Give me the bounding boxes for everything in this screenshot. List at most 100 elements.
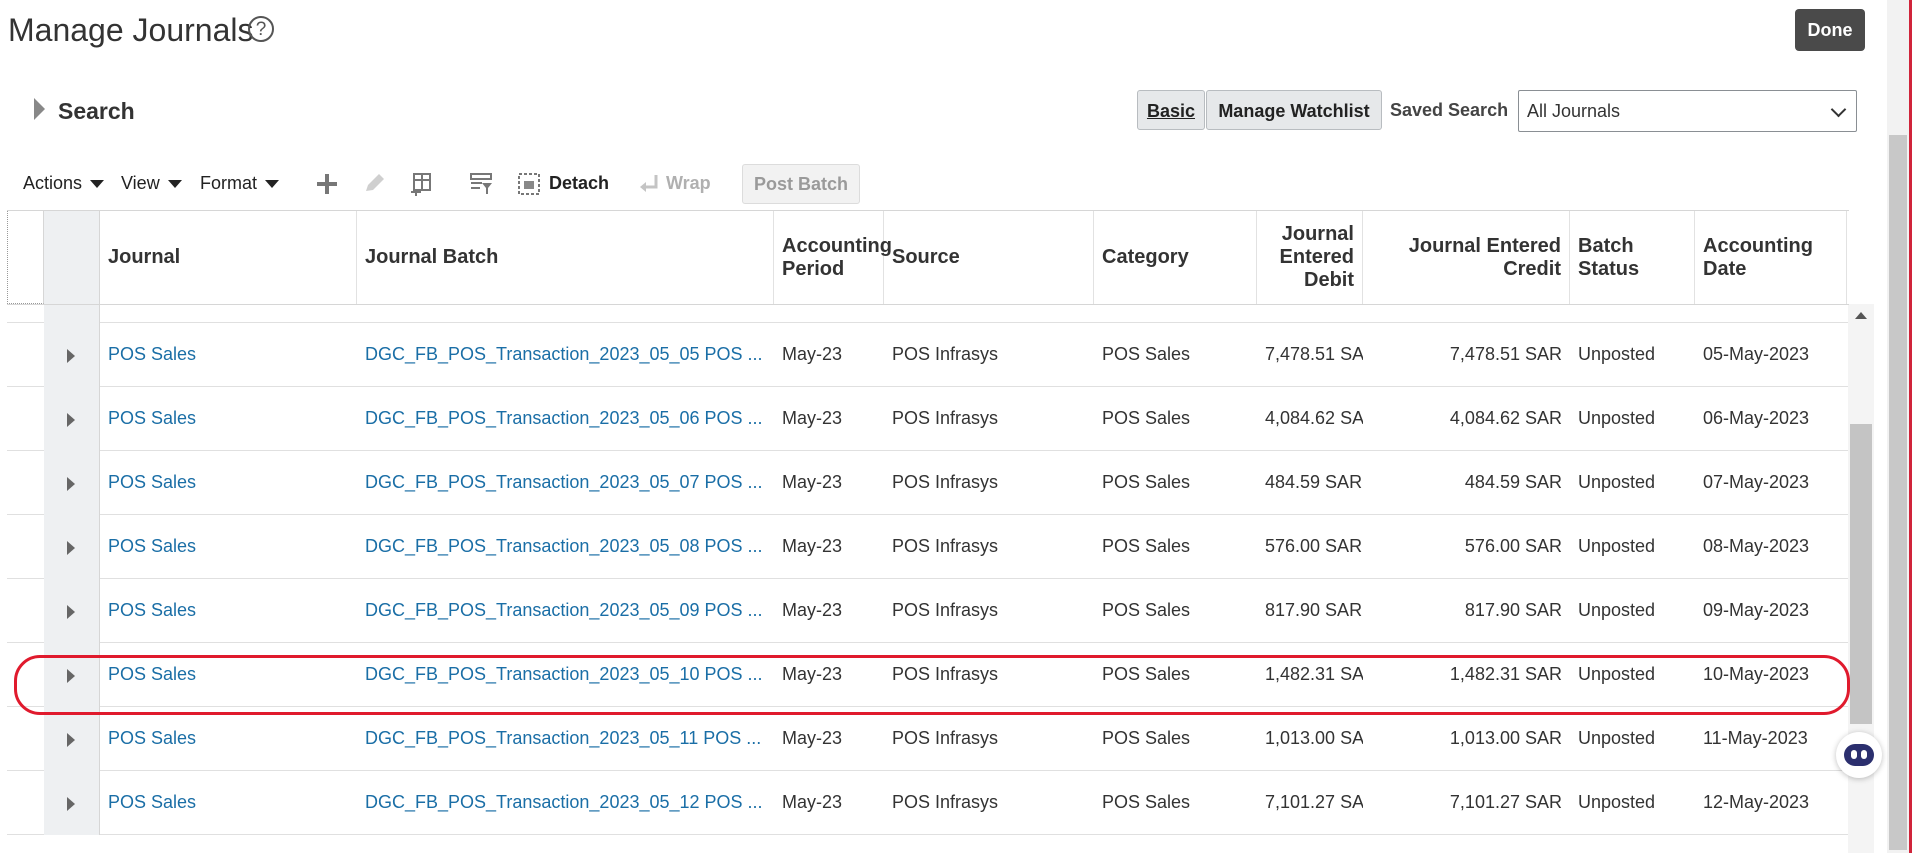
journal-batch-link[interactable]: DGC_FB_POS_Transaction_2023_05_12 POS ..…	[357, 771, 774, 835]
journal-batch-link[interactable]: DGC_FB_POS_Transaction_2023_05_07 POS ..…	[357, 451, 774, 515]
col-journal-batch[interactable]: Journal Batch	[357, 211, 774, 304]
table-scrollbar-thumb[interactable]	[1850, 424, 1872, 724]
expand-row-icon[interactable]	[67, 413, 75, 427]
journal-batch-link[interactable]: DGC_FB_POS_Transaction_2023_05_11 POS ..…	[357, 707, 774, 771]
question-circle-icon[interactable]: ?	[248, 16, 274, 42]
view-menu[interactable]: View	[121, 173, 182, 194]
accounting-date: 10-May-2023	[1703, 664, 1810, 684]
journal-link[interactable]: POS Sales	[100, 579, 357, 643]
actions-menu-label: Actions	[23, 173, 83, 193]
category: POS Sales	[1102, 664, 1191, 684]
category: POS Sales	[1102, 728, 1191, 748]
bot-eye	[1851, 750, 1857, 759]
accounting-date: 07-May-2023	[1703, 472, 1810, 492]
actions-menu[interactable]: Actions	[23, 173, 105, 194]
page-vertical-scrollbar[interactable]	[1887, 0, 1909, 853]
source: POS Infrasys	[892, 600, 999, 620]
entered-debit: 7,101.27 SA	[1265, 792, 1363, 812]
detach-icon[interactable]	[516, 171, 542, 197]
table-row[interactable]: POS Sales DGC_FB_POS_Transaction_2023_05_…	[7, 387, 1849, 451]
add-icon[interactable]	[314, 171, 340, 197]
col-journal[interactable]: Journal	[100, 211, 357, 304]
batch-status: Unposted	[1578, 408, 1656, 428]
expand-row-icon[interactable]	[67, 605, 75, 619]
col-batch-status[interactable]: Batch Status	[1570, 211, 1695, 304]
wrap-icon[interactable]	[636, 171, 662, 197]
journal-batch-link[interactable]: DGC_FB_POS_Transaction_2023_05_09 POS ..…	[357, 579, 774, 643]
entered-debit: 1,482.31 SA	[1265, 664, 1363, 684]
journal-batch-link[interactable]: DGC_FB_POS_Transaction_2023_05_06 POS ..…	[357, 387, 774, 451]
expand-cell	[44, 451, 100, 515]
expand-row-icon[interactable]	[67, 477, 75, 491]
basic-button[interactable]: Basic	[1137, 90, 1205, 130]
journal-batch-link[interactable]: DGC_FB_POS_Transaction_2023_05_08 POS ..…	[357, 515, 774, 579]
table-header: Journal Journal Batch Accounting Period …	[7, 211, 1849, 305]
col-entered-credit[interactable]: Journal Entered Credit	[1363, 211, 1570, 304]
search-section-title[interactable]: Search	[58, 98, 135, 125]
scroll-up-arrow-icon[interactable]	[1855, 312, 1867, 319]
edit-pencil-icon[interactable]	[362, 171, 388, 197]
done-button[interactable]: Done	[1795, 9, 1865, 51]
caret-down-icon	[90, 180, 105, 189]
post-batch-button[interactable]: Post Batch	[742, 164, 860, 204]
view-menu-label: View	[121, 173, 160, 193]
col-accounting-period[interactable]: Accounting Period	[774, 211, 892, 304]
wrap-button[interactable]: Wrap	[666, 173, 711, 194]
journal-link[interactable]: POS Sales	[100, 515, 357, 579]
entered-debit: 7,478.51 SA	[1265, 344, 1363, 364]
expand-row-icon[interactable]	[67, 541, 75, 555]
expand-row-icon[interactable]	[67, 733, 75, 747]
journal-batch-link[interactable]: DGC_FB_POS_Transaction_2023_05_10 POS ..…	[357, 643, 774, 707]
batch-status: Unposted	[1578, 344, 1656, 364]
journal-link[interactable]: POS Sales	[100, 771, 357, 835]
freeze-columns-icon[interactable]	[408, 171, 434, 197]
col-accounting-date[interactable]: Accounting Date	[1695, 211, 1847, 304]
accounting-date: 12-May-2023	[1703, 792, 1810, 812]
journal-link[interactable]: POS Sales	[100, 707, 357, 771]
saved-search-value: All Journals	[1527, 101, 1621, 121]
assistant-bot-button[interactable]	[1836, 732, 1882, 778]
expand-row-icon[interactable]	[67, 349, 75, 363]
col-category[interactable]: Category	[1094, 211, 1257, 304]
entered-credit: 817.90 SAR	[1464, 600, 1562, 620]
col-entered-debit[interactable]: Journal Entered Debit	[1257, 211, 1363, 304]
journal-batch-link[interactable]: DGC_FB_POS_Transaction_2023_05_05 POS ..…	[357, 323, 774, 387]
accounting-date: 05-May-2023	[1703, 344, 1810, 364]
expand-cell	[44, 515, 100, 579]
expand-search-triangle-icon[interactable]	[34, 98, 45, 120]
page-scrollbar-thumb[interactable]	[1889, 135, 1907, 850]
format-menu-label: Format	[200, 173, 258, 193]
saved-search-label: Saved Search	[1390, 100, 1509, 120]
accounting-date: 09-May-2023	[1703, 600, 1810, 620]
batch-status: Unposted	[1578, 792, 1656, 812]
category: POS Sales	[1102, 536, 1191, 556]
page-title: Manage Journals	[8, 12, 254, 48]
manage-watchlist-button[interactable]: Manage Watchlist	[1206, 90, 1382, 130]
journals-table: Journal Journal Batch Accounting Period …	[7, 210, 1849, 854]
table-row[interactable]: POS Sales DGC_FB_POS_Transaction_2023_05_…	[7, 515, 1849, 579]
format-menu[interactable]: Format	[200, 173, 280, 194]
category: POS Sales	[1102, 408, 1191, 428]
saved-search-select[interactable]: All Journals	[1518, 90, 1857, 132]
table-row[interactable]: POS Sales DGC_FB_POS_Transaction_2023_05_…	[7, 707, 1849, 771]
journal-link[interactable]: POS Sales	[100, 387, 357, 451]
journal-link[interactable]: POS Sales	[100, 323, 357, 387]
journal-link[interactable]: POS Sales	[100, 643, 357, 707]
table-row[interactable]: POS Sales DGC_FB_POS_Transaction_2023_05_…	[7, 323, 1849, 387]
table-row[interactable]: POS Sales DGC_FB_POS_Transaction_2023_05_…	[7, 579, 1849, 643]
expand-row-icon[interactable]	[67, 797, 75, 811]
query-by-example-icon[interactable]	[468, 171, 494, 197]
expand-row-icon[interactable]	[67, 669, 75, 683]
journal-link[interactable]: POS Sales	[100, 451, 357, 515]
accounting-period: May-23	[782, 472, 843, 492]
entered-debit: 484.59 SAR	[1265, 472, 1363, 492]
table-row[interactable]: POS Sales DGC_FB_POS_Transaction_2023_05_…	[7, 771, 1849, 835]
table-row[interactable]: POS Sales DGC_FB_POS_Transaction_2023_05_…	[7, 643, 1849, 707]
detach-button[interactable]: Detach	[549, 173, 609, 194]
table-row[interactable]: POS Sales DGC_FB_POS_Transaction_2023_05_…	[7, 451, 1849, 515]
caret-down-icon	[167, 180, 182, 189]
col-source[interactable]: Source	[884, 211, 1094, 304]
batch-status: Unposted	[1578, 664, 1656, 684]
expand-cell	[44, 579, 100, 643]
entered-debit: 576.00 SAR	[1265, 536, 1363, 556]
